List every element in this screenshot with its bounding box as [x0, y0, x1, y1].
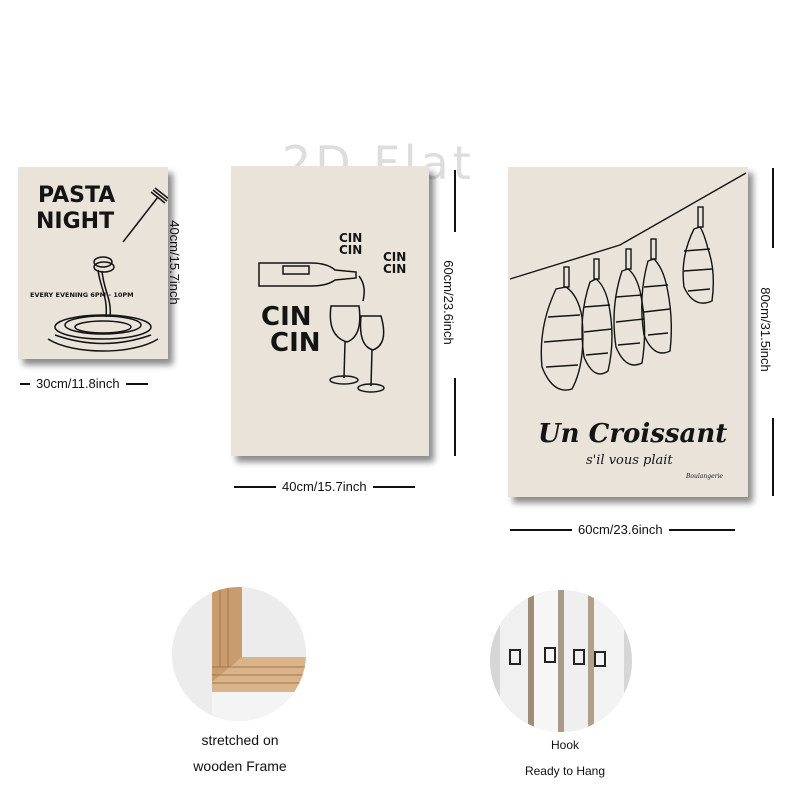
large-width-dimension: 60cm/23.6inch [510, 522, 735, 537]
poster-croissant: Un Croissant s'il vous plait Boulangerie [508, 167, 748, 497]
medium-width-label: 40cm/15.7inch [282, 479, 367, 494]
hook-photo [490, 590, 632, 732]
poster-pasta-night: PASTA NIGHT EVERY EVENING 6PM - 10PM [18, 167, 168, 359]
frame-caption-line2: wooden Frame [193, 758, 287, 774]
cin-cin-big: CIN CIN [261, 302, 321, 358]
medium-height-line-top [454, 170, 456, 232]
croissant-subtitle: s'il vous plait [586, 453, 673, 468]
large-height-label: 80cm/31.5inch [757, 287, 773, 372]
large-height-line-bottom [772, 418, 774, 496]
medium-height-label: 60cm/23.6inch [440, 260, 456, 345]
wooden-frame-photo [172, 587, 306, 721]
hook-icon [490, 590, 632, 732]
large-height-line-top [772, 168, 774, 248]
poster-cin-cin: CIN CIN CIN CIN CIN CIN [231, 166, 429, 456]
wood-frame-icon [172, 587, 306, 721]
large-width-label: 60cm/23.6inch [578, 522, 663, 537]
pasta-fork-icon [47, 187, 168, 352]
croissant-signature: Boulangerie [686, 473, 723, 480]
cin-cin-top: CIN CIN [339, 231, 363, 257]
small-width-dimension: 30cm/11.8inch [20, 376, 148, 391]
medium-height-line-bottom [454, 378, 456, 456]
hook-caption-line2: Ready to Hang [524, 764, 606, 778]
small-height-label: 40cm/15.7inch [166, 220, 182, 305]
hook-caption-line1: Hook [550, 738, 579, 752]
frame-caption-line1: stretched on [201, 732, 279, 748]
croissant-title: Un Croissant [538, 419, 728, 449]
small-width-label: 30cm/11.8inch [36, 376, 120, 391]
medium-width-dimension: 40cm/15.7inch [234, 479, 415, 494]
cin-cin-right: CIN CIN [383, 250, 407, 276]
